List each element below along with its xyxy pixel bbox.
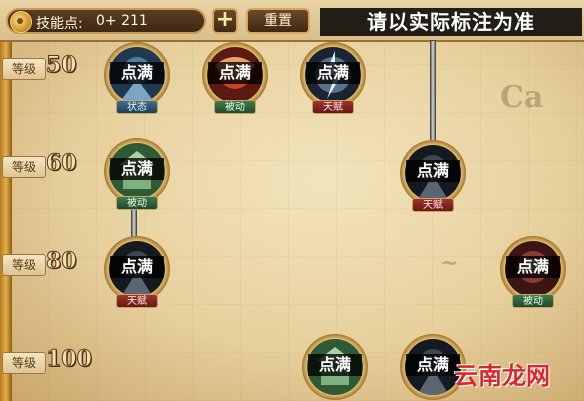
level-tag: 等级 — [2, 58, 46, 80]
level-number: 80 — [46, 248, 78, 275]
level-tag: 等级 — [2, 156, 46, 178]
skill-points-label: 技能点: — [36, 16, 83, 32]
skill-node[interactable]: 点满 天赋 — [400, 140, 466, 212]
reset-button[interactable]: 重置 — [246, 8, 310, 34]
skill-max-label: 点满 — [110, 62, 164, 84]
level-label-50: 等级 50 — [0, 52, 96, 80]
skill-max-label: 点满 — [110, 256, 164, 278]
skill-type-badge: 被动 — [116, 196, 158, 210]
watermark: 云南龙网 — [454, 362, 550, 390]
skill-type-badge: 天赋 — [312, 100, 354, 114]
level-label-60: 等级 60 — [0, 150, 96, 178]
level-number: 50 — [46, 52, 78, 79]
skill-node[interactable]: 点满 — [302, 334, 368, 400]
skill-max-label: 点满 — [406, 354, 460, 376]
level-tag: 等级 — [2, 352, 46, 374]
skill-max-label: 点满 — [308, 354, 362, 376]
skill-type-badge: 被动 — [214, 100, 256, 114]
skill-max-label: 点满 — [406, 160, 460, 182]
level-tag: 等级 — [2, 254, 46, 276]
skill-node[interactable]: 点满 天赋 — [104, 236, 170, 308]
skill-node[interactable]: 点满 天赋 — [300, 42, 366, 114]
coin-icon — [10, 11, 32, 33]
level-label-100: 等级 100 — [0, 346, 96, 374]
level-number: 100 — [46, 346, 93, 373]
skill-max-label: 点满 — [110, 158, 164, 180]
skill-points-value: 0+ 211 — [96, 13, 148, 29]
level-label-80: 等级 80 — [0, 248, 96, 276]
skill-max-label: 点满 — [208, 62, 262, 84]
skill-node[interactable]: 点满 状态 — [104, 42, 170, 114]
skill-node[interactable]: 点满 被动 — [104, 138, 170, 210]
skill-points-display: 技能点: 0+ 211 — [6, 8, 206, 34]
skill-type-badge: 天赋 — [412, 198, 454, 212]
skill-type-badge: 被动 — [512, 294, 554, 308]
skill-node[interactable]: 点满 被动 — [500, 236, 566, 308]
level-number: 60 — [46, 150, 78, 177]
map-decoration: Ca — [500, 80, 544, 115]
notice-banner: 请以实际标注为准 — [320, 8, 582, 36]
skill-type-badge: 天赋 — [116, 294, 158, 308]
map-decoration: ~ — [440, 250, 459, 276]
skill-type-badge: 状态 — [116, 100, 158, 114]
skill-connector — [430, 40, 436, 142]
skill-max-label: 点满 — [306, 62, 360, 84]
add-skill-points-button[interactable]: + — [212, 8, 238, 34]
skill-node[interactable]: 点满 被动 — [202, 42, 268, 114]
skill-tree-screen: Ca ~ 技能点: 0+ 211 + 重置 请以实际标注为准 等级 50 等级 … — [0, 0, 584, 401]
top-bar: 技能点: 0+ 211 + 重置 请以实际标注为准 — [0, 0, 584, 42]
skill-max-label: 点满 — [506, 256, 560, 278]
